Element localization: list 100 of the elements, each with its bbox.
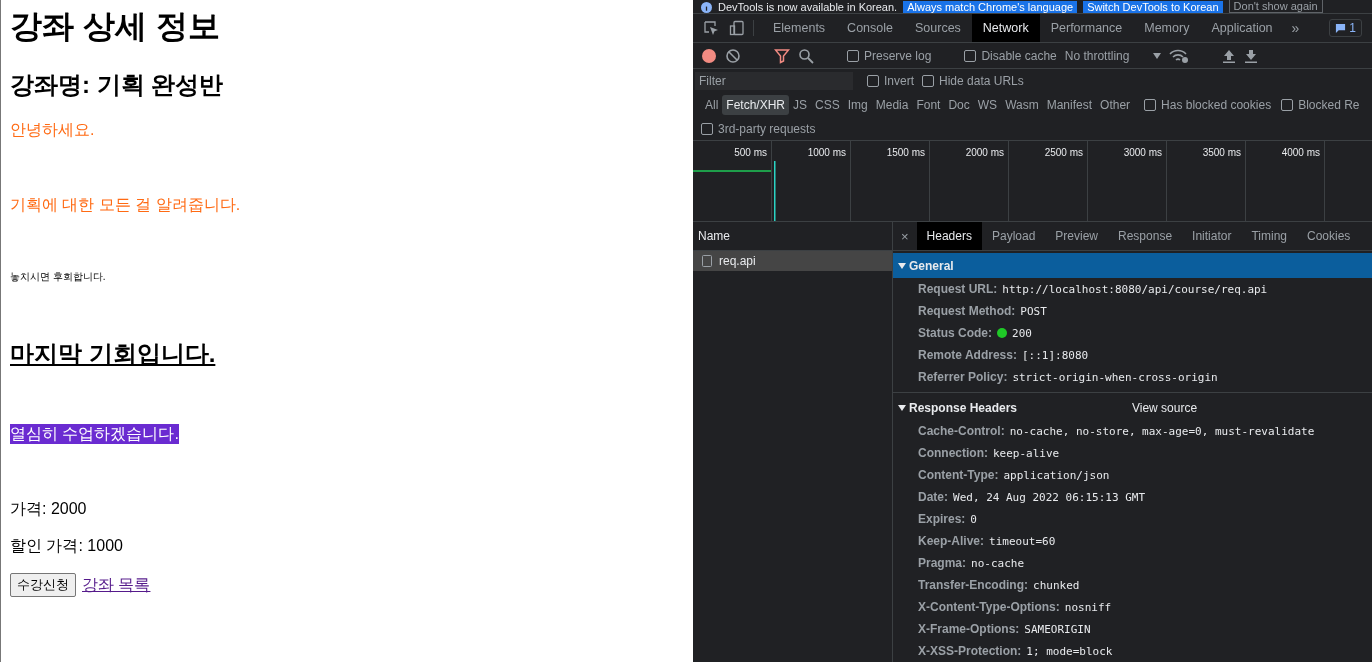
- infobar-button[interactable]: Switch DevTools to Korean: [1083, 1, 1223, 13]
- record-button[interactable]: [701, 47, 717, 64]
- detail-tab[interactable]: Initiator: [1182, 222, 1242, 250]
- header-name: Connection:: [918, 446, 988, 460]
- price-text: 가격: 2000: [10, 499, 87, 519]
- type-filter[interactable]: Media: [871, 95, 913, 115]
- status-dot-icon: [997, 328, 1007, 338]
- checkbox-label: Has blocked cookies: [1161, 98, 1272, 112]
- type-filter[interactable]: All: [701, 95, 723, 115]
- expand-triangle-icon: [898, 403, 906, 412]
- highlighted-text: 열심히 수업하겠습니다.: [10, 424, 179, 444]
- header-value: 0: [970, 512, 977, 526]
- detail-tab[interactable]: Timing: [1241, 222, 1297, 250]
- type-filter[interactable]: Font: [912, 95, 945, 115]
- devtools-tab[interactable]: Application: [1200, 14, 1284, 42]
- checkbox-label: Hide data URLs: [939, 74, 1024, 88]
- search-icon[interactable]: [798, 47, 814, 64]
- course-list-link[interactable]: 강좌 목록: [82, 574, 151, 596]
- network-conditions-icon[interactable]: [1169, 47, 1190, 64]
- detail-tab[interactable]: Headers: [916, 222, 982, 250]
- detail-tab[interactable]: Cookies: [1297, 222, 1361, 250]
- request-row[interactable]: req.api: [693, 251, 892, 271]
- more-tabs-button[interactable]: »: [1291, 20, 1300, 36]
- checkbox-label: Preserve log: [864, 48, 932, 63]
- infobar-button[interactable]: Always match Chrome's language: [903, 1, 1078, 13]
- type-filter[interactable]: Doc: [944, 95, 974, 115]
- header-value: strict-origin-when-cross-origin: [1012, 370, 1218, 384]
- checkbox[interactable]: [867, 75, 879, 87]
- inspect-icon[interactable]: [703, 20, 719, 36]
- devtools-tab[interactable]: Memory: [1133, 14, 1201, 42]
- infobar-button[interactable]: Don't show again: [1228, 0, 1323, 13]
- section-header[interactable]: General: [893, 253, 1372, 278]
- checkbox-label: Blocked Re: [1298, 98, 1360, 112]
- type-filter[interactable]: JS: [789, 95, 812, 115]
- page-title: 강좌 상세 정보: [10, 8, 220, 44]
- type-filter[interactable]: Manifest: [1042, 95, 1097, 115]
- intro-text: 기획에 대한 모든 걸 알려줍니다.: [10, 195, 241, 215]
- expand-triangle-icon: [898, 261, 906, 270]
- detail-tab[interactable]: Preview: [1045, 222, 1108, 250]
- devtools-tab[interactable]: Performance: [1039, 14, 1134, 42]
- header-value: Wed, 24 Aug 2022 06:15:13 GMT: [953, 490, 1146, 504]
- header-name: Remote Address:: [918, 348, 1017, 362]
- section-header[interactable]: Response Headers View source: [893, 395, 1372, 420]
- header-value: [::1]:8080: [1021, 348, 1089, 362]
- checkbox-label: 3rd-party requests: [718, 121, 816, 136]
- checkbox[interactable]: [847, 49, 859, 62]
- header-value: no-cache, no-store, max-age=0, must-revalidate: [1009, 424, 1315, 438]
- type-filter[interactable]: WS: [973, 95, 1002, 115]
- checkbox[interactable]: [1281, 99, 1294, 111]
- devtools-tab[interactable]: Sources: [904, 14, 972, 42]
- type-filter[interactable]: Wasm: [1001, 95, 1043, 115]
- clear-icon[interactable]: [725, 47, 741, 64]
- issues-badge[interactable]: 1: [1329, 19, 1362, 37]
- view-source-link[interactable]: View source: [1131, 400, 1258, 415]
- filter-icon[interactable]: [774, 47, 790, 64]
- header-value: no-cache: [971, 556, 1024, 570]
- checkbox[interactable]: [1144, 99, 1157, 111]
- header-name: Transfer-Encoding:: [918, 578, 1028, 592]
- header-name: X-Content-Type-Options:: [918, 600, 1060, 614]
- header-name: Status Code:: [918, 326, 992, 340]
- header-name: Expires:: [918, 512, 966, 526]
- header-name: Content-Type:: [918, 468, 999, 482]
- header-name: Keep-Alive:: [918, 534, 985, 548]
- checkbox[interactable]: [922, 75, 934, 87]
- checkbox[interactable]: [964, 49, 977, 62]
- header-value: timeout=60: [989, 534, 1056, 548]
- timeline-tick: 1500 ms: [851, 141, 930, 221]
- type-filter[interactable]: CSS: [811, 95, 844, 115]
- note-text: 놓치시면 후회합니다.: [10, 270, 106, 284]
- intro-text: 안녕하세요.: [10, 120, 95, 140]
- type-filter[interactable]: Img: [843, 95, 872, 115]
- detail-tab[interactable]: Response: [1108, 222, 1183, 250]
- throttling-dropdown[interactable]: No throttling: [1064, 48, 1162, 63]
- timeline-tick: 3000 ms: [1088, 141, 1167, 221]
- download-icon[interactable]: [1244, 47, 1259, 64]
- checkbox[interactable]: [701, 122, 713, 135]
- close-button[interactable]: ×: [893, 228, 917, 244]
- file-icon: [702, 255, 712, 267]
- header-name: Cache-Control:: [918, 424, 1005, 438]
- header-value: 200: [1012, 326, 1032, 340]
- course-name: 강좌명: 기획 완성반: [10, 70, 224, 100]
- detail-tab[interactable]: Payload: [981, 222, 1046, 250]
- timeline-tick: 4000 ms: [1246, 141, 1325, 221]
- devtools-tab[interactable]: Network: [971, 14, 1040, 42]
- price-text: 할인 가격: 1000: [10, 536, 123, 556]
- header-name: X-Frame-Options:: [918, 622, 1020, 636]
- filter-field[interactable]: Filter: [695, 72, 853, 90]
- devtools-tab[interactable]: Elements: [762, 14, 837, 42]
- type-filter[interactable]: Other: [1096, 95, 1135, 115]
- header-name: X-XSS-Protection:: [918, 644, 1022, 658]
- header-value: keep-alive: [993, 446, 1060, 460]
- section-heading: 마지막 기회입니다.: [10, 339, 216, 369]
- header-name: Date:: [918, 490, 948, 504]
- header-value: SAMEORIGIN: [1024, 622, 1091, 636]
- header-value: POST: [1020, 304, 1047, 318]
- devtools-tab[interactable]: Console: [836, 14, 904, 42]
- type-filter[interactable]: Fetch/XHR: [722, 95, 790, 115]
- enroll-button[interactable]: 수강신청: [10, 573, 76, 597]
- device-toolbar-icon[interactable]: [729, 20, 745, 36]
- header-value: chunked: [1033, 578, 1080, 592]
